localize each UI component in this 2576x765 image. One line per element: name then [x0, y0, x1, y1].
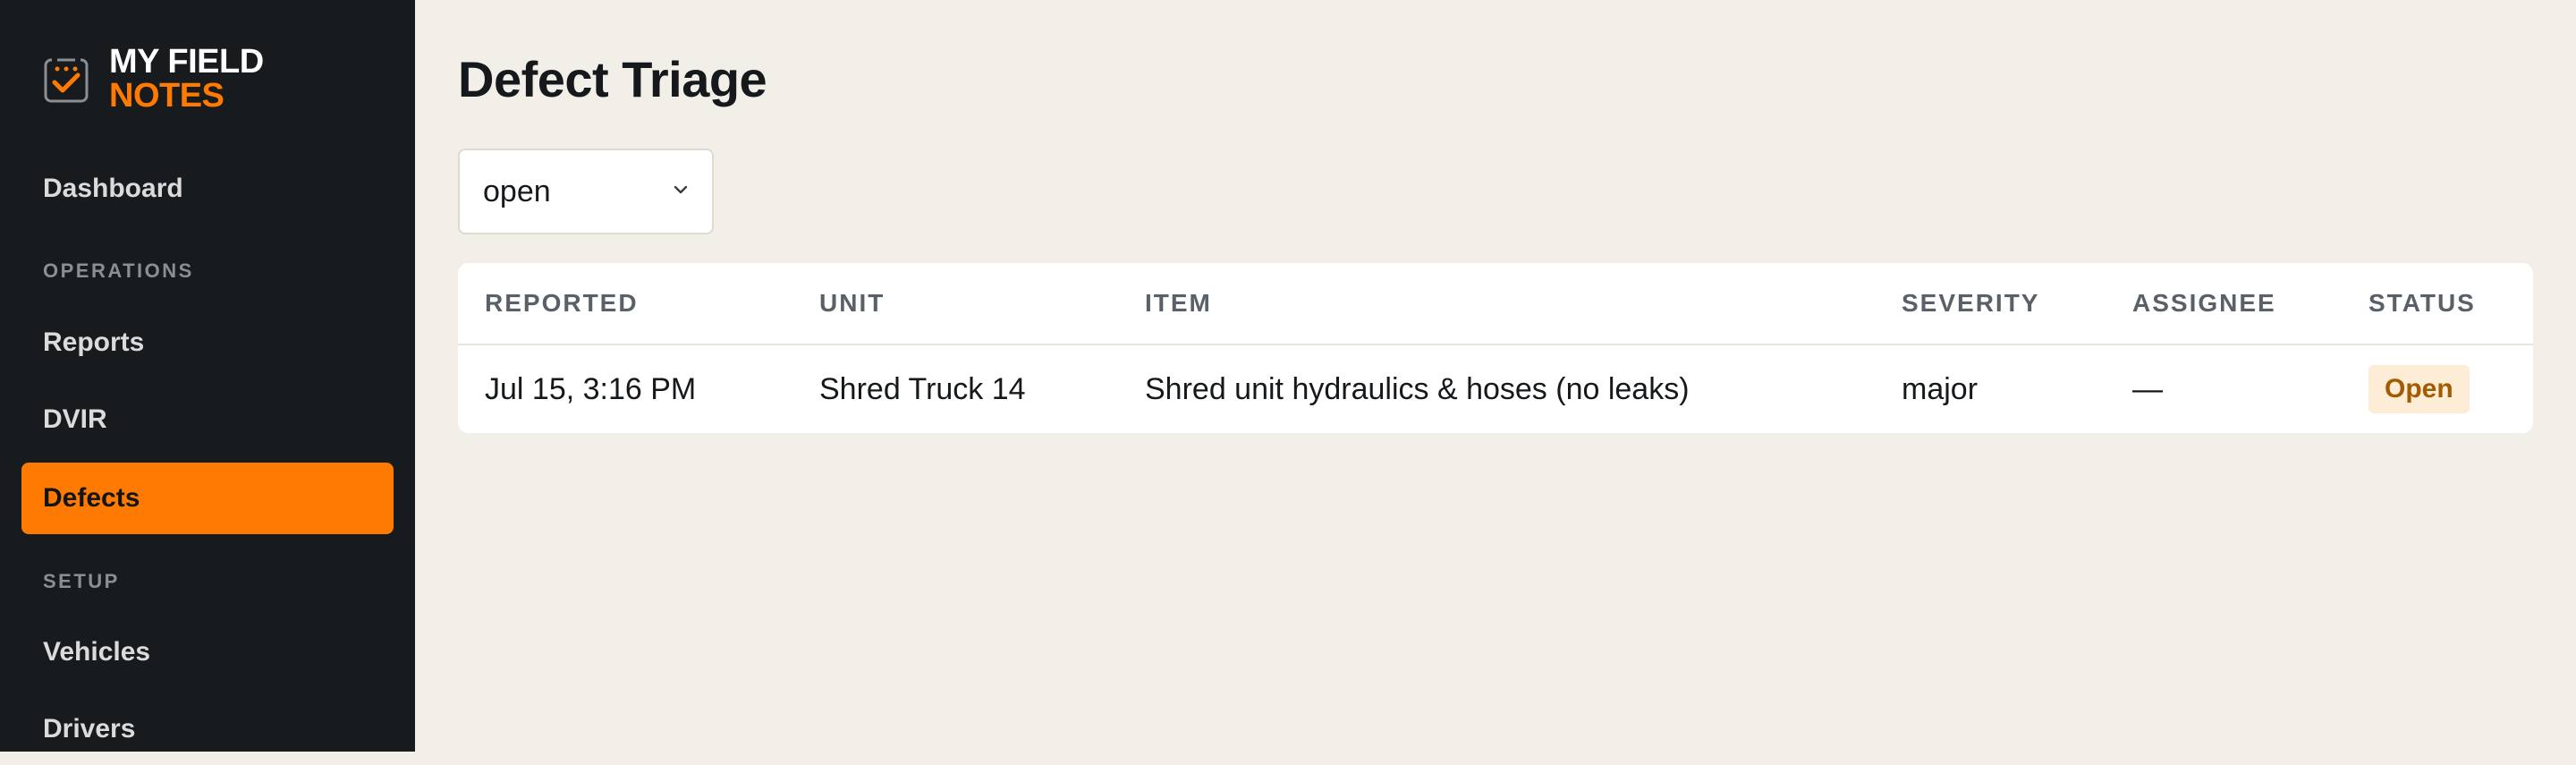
column-header-status[interactable]: STATUS — [2368, 263, 2476, 344]
status-badge: Open — [2368, 365, 2470, 413]
column-header-reported[interactable]: REPORTED — [485, 263, 639, 344]
brand-line-2: NOTES — [109, 77, 225, 115]
sidebar-section-setup: SETUP — [43, 570, 120, 592]
sidebar-item-vehicles[interactable]: Vehicles — [21, 616, 394, 688]
column-header-severity[interactable]: SEVERITY — [1902, 263, 2039, 344]
status-filter-select[interactable]: open — [458, 149, 714, 234]
chevron-down-icon — [674, 185, 688, 194]
sidebar-item-defects[interactable]: Defects — [21, 463, 394, 534]
defects-table: REPORTED UNIT ITEM SEVERITY ASSIGNEE STA… — [458, 263, 2533, 433]
column-header-assignee[interactable]: ASSIGNEE — [2132, 263, 2276, 344]
brand-wordmark: MY FIELD NOTES — [109, 45, 264, 113]
app-shell: MY FIELD NOTES Dashboard OPERATIONS Repo… — [0, 0, 2576, 752]
cell-status: Open — [2368, 345, 2470, 433]
sidebar-section-operations: OPERATIONS — [43, 259, 194, 282]
cell-item: Shred unit hydraulics & hoses (no leaks) — [1145, 371, 1690, 406]
checklist-icon — [44, 56, 89, 103]
sidebar: MY FIELD NOTES Dashboard OPERATIONS Repo… — [0, 0, 415, 752]
sidebar-item-dashboard[interactable]: Dashboard — [21, 153, 394, 225]
cell-unit: Shred Truck 14 — [819, 371, 1026, 406]
sidebar-item-reports[interactable]: Reports — [21, 307, 394, 378]
brand-line-1: MY FIELD — [109, 43, 264, 81]
cell-reported: Jul 15, 3:16 PM — [485, 371, 697, 406]
status-filter-value: open — [483, 174, 551, 208]
cell-assignee: — — [2132, 371, 2163, 406]
main-content: Defect Triage open REPORTED UNIT ITEM SE… — [415, 0, 2576, 752]
column-header-unit[interactable]: UNIT — [819, 263, 885, 344]
column-header-item[interactable]: ITEM — [1145, 263, 1212, 344]
sidebar-item-dvir[interactable]: DVIR — [21, 384, 394, 455]
cell-severity: major — [1902, 371, 1979, 406]
sidebar-item-drivers[interactable]: Drivers — [21, 693, 394, 765]
brand-logo[interactable]: MY FIELD NOTES — [43, 45, 264, 113]
page-title: Defect Triage — [458, 51, 767, 107]
